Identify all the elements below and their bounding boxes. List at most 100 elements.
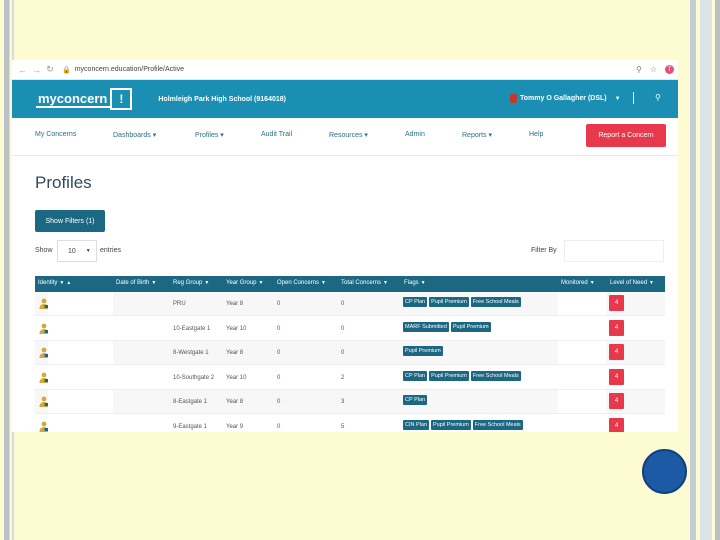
menu-profiles[interactable]: Profiles ▾ xyxy=(195,131,224,139)
table-row[interactable]: 9-Eastgate 1 Year 9 0 5 CIN Plan Pupil Pr… xyxy=(35,415,665,432)
col-reg-group[interactable]: Reg Group ▼ xyxy=(173,280,209,286)
open-concerns-cell: 0 xyxy=(277,399,281,406)
flags-cell: CIN Plan Pupil Premium Free School Meals xyxy=(403,420,523,430)
flags-cell: CP Plan xyxy=(403,395,428,406)
year-group-cell: Year 8 xyxy=(226,399,244,406)
filter-icon: ▼ xyxy=(321,280,326,286)
filter-icon: ▼ xyxy=(204,280,210,286)
user-menu[interactable]: Tommy O Gallagher (DSL) ▼ xyxy=(510,94,621,103)
filter-by-label: Filter By xyxy=(531,247,557,254)
flag-badge: Free School Meals xyxy=(470,370,521,381)
total-concerns-cell: 0 xyxy=(341,325,345,332)
logo-text: myconcern xyxy=(36,91,111,108)
menu-resources[interactable]: Resources ▾ xyxy=(329,131,368,139)
page-title: Profiles xyxy=(35,173,92,192)
table-row[interactable]: PRU Year 8 0 0 CP Plan Pupil Premium Free … xyxy=(35,292,665,316)
sort-asc-icon: ▲ xyxy=(66,280,72,286)
table-row[interactable]: 10-Southgate 2 Year 10 0 2 CP Plan Pupil … xyxy=(35,365,665,390)
year-group-cell: Year 10 xyxy=(226,374,247,381)
col-dob[interactable]: Date of Birth ▼ xyxy=(116,280,156,286)
entries-label: entries xyxy=(100,247,122,254)
slide-left-border xyxy=(4,0,10,540)
star-icon[interactable]: ☆ xyxy=(650,65,657,74)
total-concerns-cell: 0 xyxy=(341,350,345,357)
flag-badge: Free School Meals xyxy=(470,297,521,307)
menu-help[interactable]: Help xyxy=(529,131,543,138)
monitored-cell xyxy=(558,365,606,389)
filter-icon: ▼ xyxy=(420,280,426,286)
menu-reports[interactable]: Reports ▾ xyxy=(462,131,492,139)
monitored-cell xyxy=(558,341,606,365)
flags-cell: Pupil Premium xyxy=(403,346,443,357)
filter-icon: ▼ xyxy=(151,280,157,286)
app-header: myconcern ! Holmleigh Park High School (… xyxy=(12,80,678,118)
col-year-group[interactable]: Year Group ▼ xyxy=(226,280,263,286)
open-concerns-cell: 0 xyxy=(277,424,281,430)
open-concerns-cell: 0 xyxy=(277,350,281,357)
user-icon xyxy=(510,94,517,103)
header-divider xyxy=(633,92,634,104)
menu-my-concerns[interactable]: My Concerns xyxy=(35,131,76,138)
entries-value: 10 xyxy=(68,247,76,255)
user-name: Tommy O Gallagher xyxy=(520,95,586,102)
year-group-cell: Year 8 xyxy=(226,350,244,357)
url-text[interactable]: myconcern.education/Profile/Active xyxy=(75,66,628,73)
flag-badge: Free School Meals xyxy=(472,420,523,430)
table-row[interactable]: 10-Eastgate 1 Year 10 0 0 MARF Submitted… xyxy=(35,316,665,341)
menu-admin[interactable]: Admin xyxy=(405,131,425,138)
browser-window: ← → ↻ 🔒 myconcern.education/Profile/Acti… xyxy=(12,60,678,432)
identity-redacted xyxy=(48,316,113,340)
level-of-need-badge[interactable]: 4 xyxy=(609,344,624,361)
total-concerns-cell: 3 xyxy=(341,399,345,406)
reg-group-cell: 10-Southgate 2 xyxy=(173,374,215,381)
forward-arrow-icon[interactable]: → xyxy=(32,65,41,75)
year-group-cell: Year 9 xyxy=(226,424,244,430)
level-of-need-badge[interactable]: 4 xyxy=(609,393,624,410)
school-name: Holmleigh Park High School (9164018) xyxy=(158,95,286,103)
flag-badge: CIN Plan xyxy=(403,420,430,430)
flag-badge: CP Plan xyxy=(403,370,428,381)
report-concern-button[interactable]: Report a Concern xyxy=(586,124,666,147)
filter-icon: ▼ xyxy=(589,280,595,286)
level-of-need-badge[interactable]: 4 xyxy=(609,295,624,311)
lock-icon: 🔒 xyxy=(62,66,71,74)
identity-redacted xyxy=(48,390,113,414)
chevron-down-icon: ▼ xyxy=(85,248,91,254)
menu-audit-trail[interactable]: Audit Trail xyxy=(261,131,292,138)
reg-group-cell: 8-Westgate 1 xyxy=(173,350,209,357)
menu-dashboards[interactable]: Dashboards ▾ xyxy=(113,131,156,139)
chevron-down-icon: ▼ xyxy=(614,95,621,102)
myconcern-logo[interactable]: myconcern ! xyxy=(36,86,133,112)
level-of-need-badge[interactable]: 4 xyxy=(609,418,624,432)
entries-select[interactable]: 10 ▼ xyxy=(57,240,97,262)
table-row[interactable]: 8-Westgate 1 Year 8 0 0 Pupil Premium 4 xyxy=(35,341,665,366)
table-row[interactable]: 8-Eastgate 1 Year 8 0 3 CP Plan 4 xyxy=(35,390,665,415)
filter-by-input[interactable] xyxy=(564,240,664,262)
search-icon[interactable]: ⚲ xyxy=(655,93,661,102)
show-filters-button[interactable]: Show Filters (1) xyxy=(35,210,105,232)
col-level-of-need[interactable]: Level of Need ▼ xyxy=(610,280,654,286)
flag-badge: Pupil Premium xyxy=(431,420,471,430)
flag-badge: CP Plan xyxy=(403,395,428,406)
zoom-icon[interactable]: ⚲ xyxy=(636,65,642,74)
col-open-concerns[interactable]: Open Concerns ▼ xyxy=(277,280,326,286)
col-flags[interactable]: Flags ▼ xyxy=(404,280,426,286)
level-of-need-badge[interactable]: 4 xyxy=(609,368,624,385)
filter-icon: ▼ xyxy=(383,280,388,286)
col-total-concerns[interactable]: Total Concerns ▼ xyxy=(341,280,388,286)
filter-icon: ▼ xyxy=(59,280,65,286)
identity-redacted xyxy=(48,365,113,389)
level-of-need-badge[interactable]: 4 xyxy=(609,319,624,336)
decorative-circle xyxy=(642,449,687,494)
profile-avatar[interactable]: T xyxy=(665,65,674,74)
reload-icon[interactable]: ↻ xyxy=(46,64,54,75)
monitored-cell xyxy=(558,415,606,432)
flag-badge: MARF Submitted xyxy=(403,321,449,332)
col-identity[interactable]: Identity ▼ ▲ xyxy=(38,280,71,286)
identity-redacted xyxy=(48,341,113,365)
main-menu: My Concerns Dashboards ▾ Profiles ▾ Audi… xyxy=(12,118,678,156)
back-arrow-icon[interactable]: ← xyxy=(18,65,27,75)
flags-cell: MARF Submitted Pupil Premium xyxy=(403,321,491,332)
reg-group-cell: 10-Eastgate 1 xyxy=(173,325,211,332)
col-monitored[interactable]: Monitored ▼ xyxy=(561,280,595,286)
